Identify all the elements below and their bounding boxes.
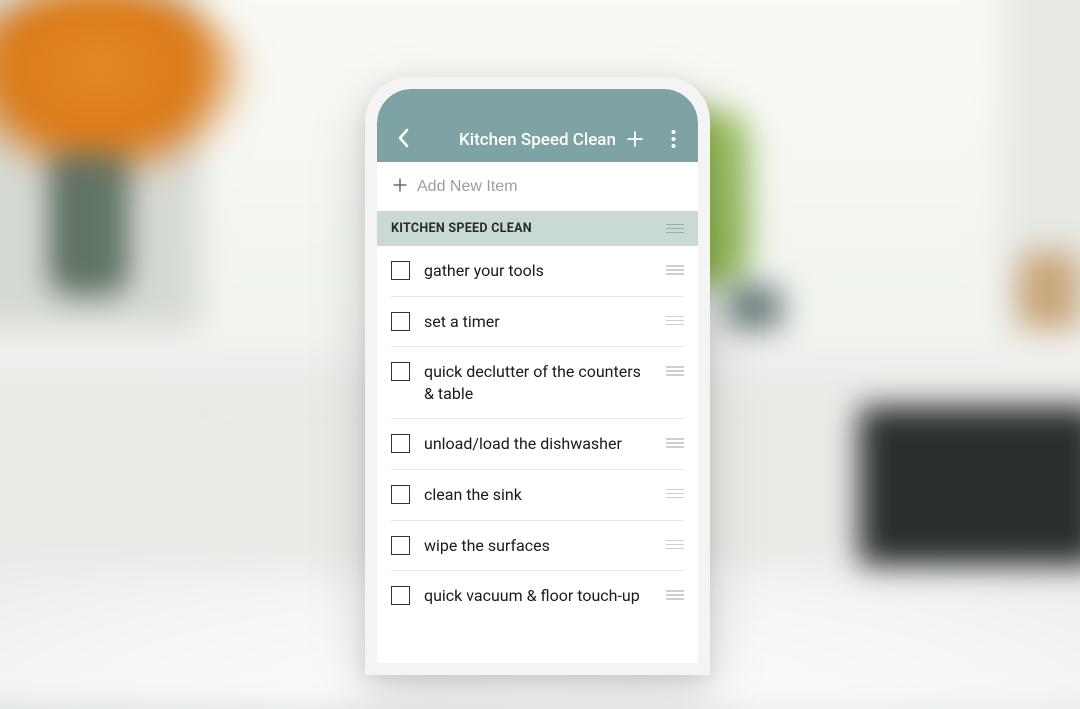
item-label: wipe the surfaces (424, 535, 652, 557)
add-item-row[interactable] (377, 162, 698, 211)
item-label: unload/load the dishwasher (424, 433, 652, 455)
chevron-left-icon (397, 128, 409, 148)
checkbox[interactable] (391, 312, 410, 331)
item-label: set a timer (424, 311, 652, 333)
drag-handle-icon[interactable] (666, 265, 684, 275)
drag-handle-icon[interactable] (666, 590, 684, 600)
phone-mockup: Kitchen Speed Clean (365, 77, 710, 675)
list-item[interactable]: unload/load the dishwasher (391, 419, 684, 470)
drag-handle-icon[interactable] (666, 316, 684, 326)
item-label: quick declutter of the counters & table (424, 361, 652, 404)
plus-icon (625, 129, 645, 149)
checkbox[interactable] (391, 362, 410, 381)
list-item[interactable]: set a timer (391, 297, 684, 348)
drag-handle-icon[interactable] (666, 438, 684, 448)
app-screen: Kitchen Speed Clean (377, 89, 698, 663)
app-header: Kitchen Speed Clean (377, 89, 698, 162)
list-item[interactable]: clean the sink (391, 470, 684, 521)
list-item[interactable]: gather your tools (391, 246, 684, 297)
item-label: gather your tools (424, 260, 652, 282)
checkbox[interactable] (391, 485, 410, 504)
more-menu-button[interactable] (662, 128, 684, 150)
section-title: KITCHEN SPEED CLEAN (391, 221, 532, 236)
drag-handle-icon[interactable] (666, 540, 684, 550)
checkbox[interactable] (391, 434, 410, 453)
more-vertical-icon (671, 129, 676, 149)
checklist: gather your tools set a timer quick decl… (377, 246, 698, 663)
item-label: clean the sink (424, 484, 652, 506)
list-item[interactable]: quick declutter of the counters & table (391, 347, 684, 419)
section-drag-handle[interactable] (666, 224, 684, 234)
list-item[interactable]: wipe the surfaces (391, 521, 684, 572)
section-header: KITCHEN SPEED CLEAN (377, 211, 698, 246)
plus-icon (393, 176, 407, 197)
item-label: quick vacuum & floor touch-up (424, 585, 652, 607)
checkbox[interactable] (391, 261, 410, 280)
drag-handle-icon[interactable] (666, 489, 684, 499)
drag-handle-icon[interactable] (666, 366, 684, 376)
checkbox[interactable] (391, 586, 410, 605)
back-button[interactable] (391, 126, 415, 150)
checkbox[interactable] (391, 536, 410, 555)
add-item-input[interactable] (417, 178, 682, 196)
list-item[interactable]: quick vacuum & floor touch-up (391, 571, 684, 621)
add-button[interactable] (624, 128, 646, 150)
